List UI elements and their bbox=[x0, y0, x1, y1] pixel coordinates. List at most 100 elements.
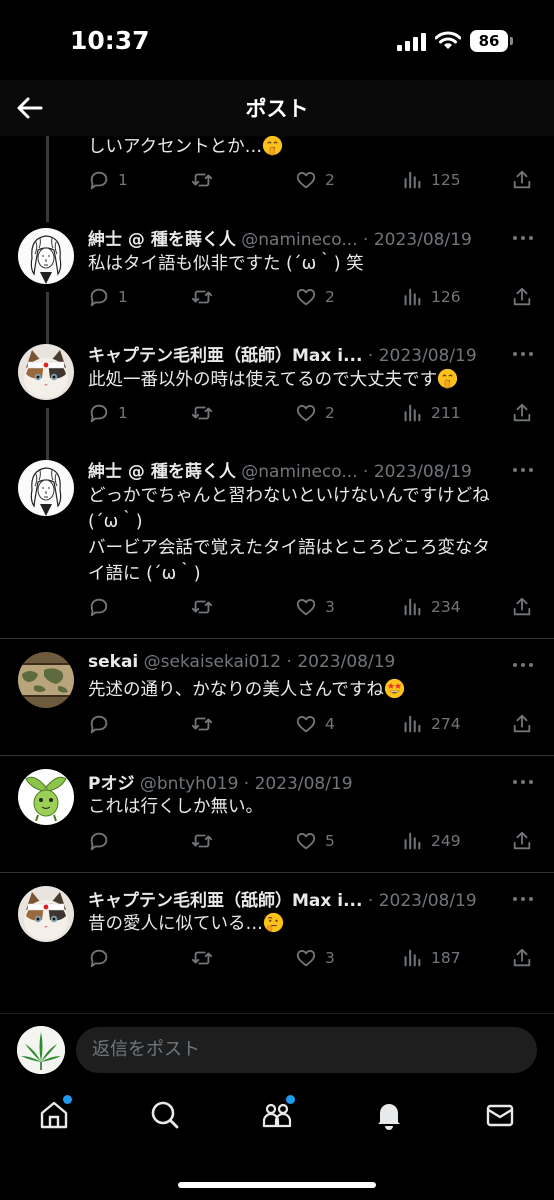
tab-search[interactable] bbox=[149, 1099, 189, 1139]
reply-button[interactable]: 1 bbox=[88, 400, 128, 426]
post-date[interactable]: 2023/08/19 bbox=[297, 652, 395, 672]
post-date[interactable]: 2023/08/19 bbox=[374, 462, 472, 482]
share-button[interactable] bbox=[511, 828, 533, 854]
share-button[interactable] bbox=[511, 711, 533, 737]
views-button[interactable]: 187 bbox=[401, 945, 461, 971]
tab-messages[interactable] bbox=[484, 1099, 524, 1139]
reply-input[interactable]: 返信をポスト bbox=[76, 1027, 537, 1073]
author-handle[interactable]: @sekaisekai012 bbox=[144, 652, 281, 672]
repost-button[interactable] bbox=[191, 945, 213, 971]
heart-icon bbox=[295, 402, 317, 424]
avatar[interactable] bbox=[18, 460, 74, 516]
reply-button[interactable] bbox=[88, 711, 118, 737]
author-name[interactable]: sekai bbox=[88, 652, 138, 672]
my-avatar[interactable] bbox=[17, 1026, 65, 1074]
separator-dot: · bbox=[286, 652, 292, 672]
like-button[interactable]: 4 bbox=[295, 711, 335, 737]
like-button[interactable]: 2 bbox=[295, 400, 335, 426]
status-bar: 10:37 86 bbox=[0, 0, 554, 80]
share-button[interactable] bbox=[511, 945, 533, 971]
reply-count: 1 bbox=[118, 171, 128, 189]
views-button[interactable]: 249 bbox=[401, 828, 461, 854]
like-button[interactable]: 5 bbox=[295, 828, 335, 854]
reply-button[interactable] bbox=[88, 945, 118, 971]
reply-count: 1 bbox=[118, 404, 128, 422]
author-name[interactable]: キャプテン毛利亜（舐師）Max i... bbox=[88, 891, 362, 911]
like-button[interactable]: 2 bbox=[295, 284, 335, 310]
more-icon[interactable] bbox=[512, 661, 534, 669]
share-button[interactable] bbox=[511, 400, 533, 426]
like-count: 4 bbox=[325, 715, 335, 733]
views-button[interactable]: 126 bbox=[401, 284, 461, 310]
reply-button[interactable] bbox=[88, 594, 118, 620]
nav-header: ポスト bbox=[0, 80, 554, 136]
like-button[interactable]: 3 bbox=[295, 594, 335, 620]
heart-icon bbox=[295, 830, 317, 852]
post[interactable]: Pオジ @bntyh019 · 2023/08/19 これは行くしか無い。 5 … bbox=[0, 756, 554, 872]
reply-button[interactable]: 1 bbox=[88, 167, 128, 193]
share-button[interactable] bbox=[511, 284, 533, 310]
share-icon bbox=[511, 830, 533, 852]
repost-button[interactable] bbox=[191, 284, 213, 310]
post-date[interactable]: 2023/08/19 bbox=[379, 891, 477, 911]
reply-button[interactable] bbox=[88, 828, 118, 854]
reply-feed[interactable]: しいアクセントとか… 1 2 125 紳士 @ 種を蒔く人 @namineco.… bbox=[0, 136, 554, 1013]
more-icon[interactable] bbox=[512, 466, 534, 474]
avatar[interactable] bbox=[18, 652, 74, 708]
reply-count: 1 bbox=[118, 288, 128, 306]
views-button[interactable]: 125 bbox=[401, 167, 461, 193]
tab-home[interactable] bbox=[38, 1095, 78, 1139]
more-icon[interactable] bbox=[512, 778, 534, 786]
avatar[interactable] bbox=[18, 769, 74, 825]
post[interactable]: sekai @sekaisekai012 · 2023/08/19 先述の通り、… bbox=[0, 639, 554, 755]
views-icon bbox=[401, 169, 423, 191]
tab-communities[interactable] bbox=[261, 1095, 301, 1139]
post[interactable]: 紳士 @ 種を蒔く人 @namineco... · 2023/08/19 私はタ… bbox=[0, 216, 554, 332]
repost-button[interactable] bbox=[191, 711, 213, 737]
author-name[interactable]: 紳士 @ 種を蒔く人 bbox=[88, 230, 236, 250]
avatar[interactable] bbox=[18, 344, 74, 400]
repost-button[interactable] bbox=[191, 167, 213, 193]
heart-icon bbox=[295, 286, 317, 308]
views-icon bbox=[401, 947, 423, 969]
mail-icon bbox=[486, 1104, 514, 1127]
reply-icon bbox=[88, 713, 110, 735]
avatar[interactable] bbox=[18, 228, 74, 284]
repost-button[interactable] bbox=[191, 594, 213, 620]
like-button[interactable]: 3 bbox=[295, 945, 335, 971]
views-icon bbox=[401, 286, 423, 308]
views-button[interactable]: 274 bbox=[401, 711, 461, 737]
more-icon[interactable] bbox=[512, 234, 534, 242]
author-handle[interactable]: @namineco... bbox=[241, 230, 357, 250]
avatar[interactable] bbox=[18, 886, 74, 942]
more-icon[interactable] bbox=[512, 350, 534, 358]
tab-notifications[interactable] bbox=[373, 1099, 413, 1139]
separator-dot: · bbox=[367, 891, 374, 911]
more-icon[interactable] bbox=[512, 895, 534, 903]
like-button[interactable]: 2 bbox=[295, 167, 335, 193]
post[interactable]: 紳士 @ 種を蒔く人 @namineco... · 2023/08/19 どっか… bbox=[0, 448, 554, 638]
reply-icon bbox=[88, 947, 110, 969]
author-handle[interactable]: @bntyh019 bbox=[140, 774, 239, 794]
repost-button[interactable] bbox=[191, 400, 213, 426]
author-name[interactable]: 紳士 @ 種を蒔く人 bbox=[88, 462, 236, 482]
post-date[interactable]: 2023/08/19 bbox=[374, 230, 472, 250]
author-handle[interactable]: @namineco... bbox=[241, 462, 357, 482]
author-name[interactable]: Pオジ bbox=[88, 774, 134, 794]
post[interactable]: キャプテン毛利亜（舐師）Max i... · 2023/08/19 昔の愛人に似… bbox=[0, 873, 554, 989]
post-actions: 3 187 bbox=[88, 945, 538, 971]
share-button[interactable] bbox=[511, 594, 533, 620]
views-button[interactable]: 211 bbox=[401, 400, 461, 426]
views-button[interactable]: 234 bbox=[401, 594, 461, 620]
reply-button[interactable]: 1 bbox=[88, 284, 128, 310]
repost-button[interactable] bbox=[191, 828, 213, 854]
author-name[interactable]: キャプテン毛利亜（舐師）Max i... bbox=[88, 346, 362, 366]
post[interactable]: キャプテン毛利亜（舐師）Max i... · 2023/08/19 此処一番以外… bbox=[0, 332, 554, 448]
reply-icon bbox=[88, 596, 110, 618]
post-date[interactable]: 2023/08/19 bbox=[255, 774, 353, 794]
page-title: ポスト bbox=[245, 97, 309, 121]
share-button[interactable] bbox=[511, 167, 533, 193]
post-text: 先述の通り、かなりの美人さんですね bbox=[88, 680, 384, 700]
separator-dot: · bbox=[243, 774, 250, 794]
post-date[interactable]: 2023/08/19 bbox=[379, 346, 477, 366]
